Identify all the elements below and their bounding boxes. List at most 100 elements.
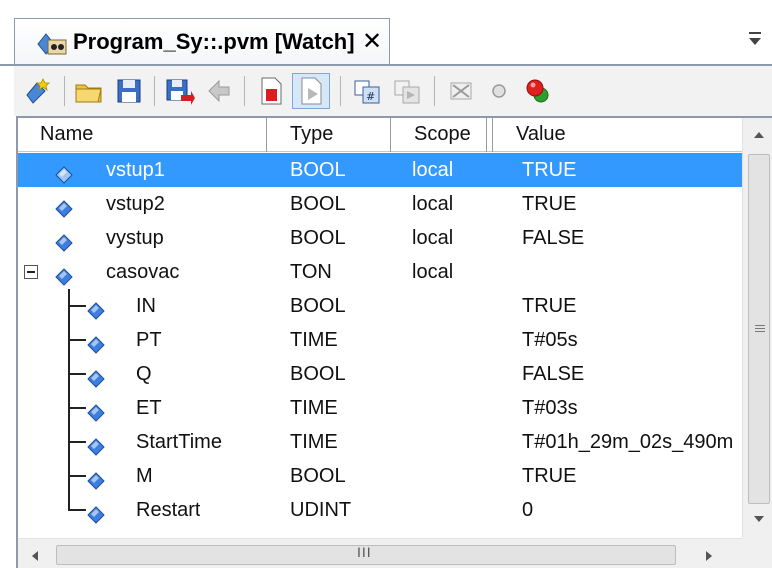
toolbar-separator	[154, 76, 155, 106]
cell-type: BOOL	[290, 159, 346, 181]
column-divider[interactable]	[390, 118, 391, 152]
variable-icon	[86, 433, 106, 456]
svg-text:#: #	[366, 90, 375, 103]
cell-value[interactable]: T#03s	[522, 391, 740, 425]
variable-row[interactable]: Q BOOL FALSE	[18, 357, 742, 391]
scroll-up-arrow-icon[interactable]	[752, 130, 766, 140]
tab-list-dropdown-icon[interactable]	[744, 28, 766, 50]
breakpoint-button[interactable]	[480, 73, 518, 109]
watch-tab[interactable]: Program_Sy::.pvm [Watch] ✕	[14, 18, 390, 66]
column-divider[interactable]	[486, 118, 487, 152]
scroll-right-arrow-icon[interactable]	[704, 549, 714, 563]
add-variable-button[interactable]	[18, 73, 56, 109]
variable-icon	[54, 263, 74, 286]
cell-scope	[412, 391, 492, 425]
variable-row[interactable]: ET TIME T#03s	[18, 391, 742, 425]
watch-program-icon	[37, 33, 67, 55]
cell-scope: local	[412, 227, 454, 249]
open-button[interactable]	[70, 73, 108, 109]
format-hex-icon: #	[354, 80, 380, 104]
back-arrow-icon	[208, 79, 230, 103]
run-button[interactable]	[292, 73, 330, 109]
remove-icon	[450, 82, 472, 100]
back-button[interactable]	[200, 73, 238, 109]
cell-value[interactable]: TRUE	[522, 459, 740, 493]
variable-row[interactable]: M BOOL TRUE	[18, 459, 742, 493]
save-button[interactable]	[110, 73, 148, 109]
cell-value[interactable]: TRUE	[522, 289, 740, 323]
variable-icon	[86, 467, 106, 490]
variable-icon	[86, 331, 106, 354]
cell-name: M	[136, 465, 153, 487]
cell-type: BOOL	[290, 295, 346, 317]
vertical-scroll-thumb[interactable]	[748, 154, 770, 504]
scroll-grip: III	[357, 544, 372, 560]
cell-value[interactable]: FALSE	[522, 357, 740, 391]
cell-value[interactable]: FALSE	[522, 221, 740, 255]
variable-row[interactable]: vstup1 BOOL local TRUE	[18, 153, 742, 187]
cell-value[interactable]: TRUE	[522, 153, 740, 187]
stop-button[interactable]	[252, 73, 290, 109]
scroll-left-arrow-icon[interactable]	[30, 549, 40, 563]
cell-scope	[412, 459, 492, 493]
variable-row[interactable]: IN BOOL TRUE	[18, 289, 742, 323]
cell-type: TIME	[290, 329, 338, 351]
remove-button[interactable]	[442, 73, 480, 109]
save-icon	[117, 79, 141, 103]
scrollbar-corner	[742, 538, 772, 568]
add-variable-icon	[26, 78, 50, 104]
document-tab-strip: Program_Sy::.pvm [Watch] ✕	[0, 0, 772, 66]
cell-scope: local	[412, 193, 454, 215]
variable-row[interactable]: casovac TON local	[18, 255, 742, 289]
cell-scope	[412, 357, 492, 391]
column-header-scope[interactable]: Scope	[392, 118, 486, 152]
variable-icon	[54, 161, 74, 184]
cell-value[interactable]: T#05s	[522, 323, 740, 357]
format-copy-icon	[394, 80, 420, 104]
cell-scope: local	[412, 261, 454, 283]
tree-connector	[68, 339, 86, 341]
variable-icon	[54, 195, 74, 218]
column-divider[interactable]	[492, 118, 493, 152]
variable-icon	[86, 297, 106, 320]
save-as-button[interactable]	[160, 73, 198, 109]
toolbar-separator	[434, 76, 435, 106]
watch-grid: Name Type Scope Value vstup1 BOOL local TRU…	[16, 116, 772, 568]
cell-value[interactable]: T#01h_29m_02s_490m	[522, 425, 740, 459]
cell-name: IN	[136, 295, 156, 317]
cell-name: vstup1	[106, 159, 165, 181]
save-as-icon	[166, 79, 195, 105]
tree-connector	[68, 407, 86, 409]
variable-row[interactable]: StartTime TIME T#01h_29m_02s_490m	[18, 425, 742, 459]
cell-type: BOOL	[290, 193, 346, 215]
variable-row[interactable]: PT TIME T#05s	[18, 323, 742, 357]
column-header-type[interactable]: Type	[268, 118, 390, 152]
cell-type: UDINT	[290, 499, 352, 521]
cell-scope	[412, 289, 492, 323]
vertical-scrollbar[interactable]	[742, 118, 772, 538]
variable-row[interactable]: Restart UDINT 0	[18, 493, 742, 527]
close-icon[interactable]: ✕	[362, 28, 382, 56]
tree-connector	[68, 493, 70, 510]
cell-type: TON	[290, 261, 332, 283]
cell-scope	[412, 493, 492, 527]
cell-value[interactable]: TRUE	[522, 187, 740, 221]
cell-name: StartTime	[136, 431, 222, 453]
variable-row[interactable]: vystup BOOL local FALSE	[18, 221, 742, 255]
toolbar-separator	[244, 76, 245, 106]
scroll-down-arrow-icon[interactable]	[752, 514, 766, 524]
cell-value[interactable]: 0	[522, 493, 740, 527]
collapse-toggle-icon[interactable]	[24, 265, 38, 279]
column-header-value[interactable]: Value	[494, 118, 742, 152]
format-hex-button[interactable]: #	[348, 73, 386, 109]
open-folder-icon	[75, 84, 102, 103]
cell-value[interactable]	[522, 255, 740, 289]
column-header-name[interactable]: Name	[18, 118, 266, 152]
force-button[interactable]	[518, 73, 556, 109]
horizontal-scrollbar[interactable]: III	[18, 538, 742, 568]
format-copy-button[interactable]	[388, 73, 426, 109]
horizontal-scroll-thumb[interactable]: III	[56, 544, 676, 565]
tree-connector	[68, 373, 86, 375]
column-divider[interactable]	[266, 118, 267, 152]
variable-row[interactable]: vstup2 BOOL local TRUE	[18, 187, 742, 221]
